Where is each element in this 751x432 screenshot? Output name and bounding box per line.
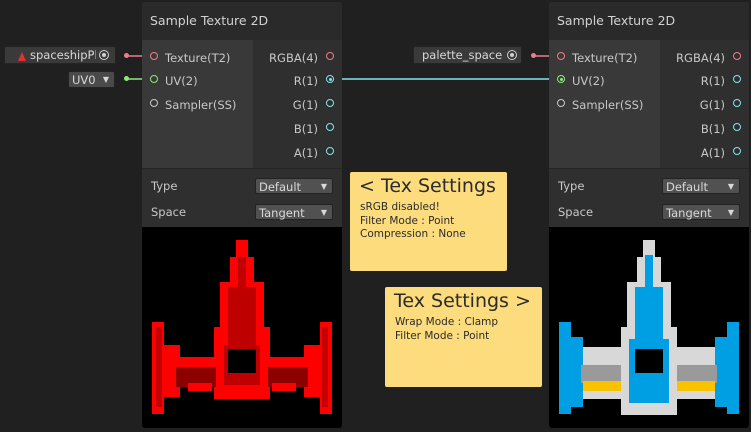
a-output-port[interactable] — [326, 147, 334, 155]
r-output-port[interactable] — [326, 75, 334, 83]
space-label: Space — [558, 205, 594, 219]
node-properties: Type Default ▼ Space Tangent ▼ — [549, 168, 749, 227]
sticky-note-title: Tex Settings > — [394, 290, 531, 312]
output-label: B(1) — [293, 122, 318, 136]
g-output-port[interactable] — [326, 99, 334, 107]
type-dropdown[interactable]: Default ▼ — [662, 178, 740, 194]
texture-preview — [549, 227, 749, 428]
sticky-note-line: Filter Mode : Point — [360, 214, 455, 227]
sticky-note-body: Wrap Mode : Clamp Filter Mode : Point — [395, 316, 498, 343]
rgba-output-port[interactable] — [326, 52, 334, 60]
input-label: Sampler(SS) — [165, 98, 237, 112]
texture-input-port[interactable] — [557, 52, 565, 60]
output-label: B(1) — [700, 122, 725, 136]
input-label: Texture(T2) — [165, 51, 231, 65]
space-label: Space — [151, 205, 187, 219]
output-label: A(1) — [700, 146, 725, 160]
output-label: G(1) — [292, 98, 318, 112]
sticky-note-line: Filter Mode : Point — [395, 329, 490, 342]
rgba-output-port[interactable] — [733, 52, 741, 60]
red-spaceship-preview — [152, 240, 332, 414]
texture-input-field-left[interactable]: spaceshipPl — [4, 46, 116, 64]
a-output-port[interactable] — [733, 147, 741, 155]
type-label: Type — [558, 179, 585, 193]
target-icon[interactable] — [99, 50, 109, 60]
output-label: R(1) — [700, 74, 725, 88]
b-output-port[interactable] — [326, 123, 334, 131]
sticky-note-title: < Tex Settings — [359, 175, 496, 197]
output-label: A(1) — [293, 146, 318, 160]
uv-dropdown-value: UV0 — [72, 73, 96, 87]
ports-area: Texture(T2) UV(2) Sampler(SS) RGBA(4) R(… — [142, 40, 342, 168]
type-dropdown[interactable]: Default ▼ — [255, 178, 333, 194]
chevron-down-icon: ▼ — [320, 182, 327, 191]
uv-input-port[interactable] — [150, 75, 158, 83]
input-label: UV(2) — [165, 74, 198, 88]
texture-input-field-right[interactable]: palette_space — [413, 46, 522, 64]
input-label: UV(2) — [572, 74, 605, 88]
blue-spaceship-preview — [559, 240, 739, 415]
sample-texture-node-right[interactable]: Sample Texture 2D Texture(T2) UV(2) Samp… — [549, 2, 749, 428]
type-label: Type — [151, 179, 178, 193]
chevron-down-icon: ▼ — [102, 75, 109, 84]
input-label: Texture(T2) — [572, 51, 638, 65]
r-output-port[interactable] — [733, 75, 741, 83]
output-label: R(1) — [293, 74, 318, 88]
node-properties: Type Default ▼ Space Tangent ▼ — [142, 168, 342, 227]
sticky-note-tex-settings-left[interactable]: < Tex Settings sRGB disabled! Filter Mod… — [350, 172, 507, 271]
sticky-note-line: Wrap Mode : Clamp — [395, 316, 499, 328]
sticky-note-line: Compression : None — [360, 228, 466, 240]
uv-dropdown-left[interactable]: UV0 ▼ — [68, 71, 115, 88]
ports-area: Texture(T2) UV(2) Sampler(SS) RGBA(4) R(… — [549, 40, 749, 168]
type-value: Default — [666, 180, 709, 194]
type-value: Default — [259, 180, 302, 194]
space-value: Tangent — [259, 206, 305, 220]
texture-preview — [142, 227, 342, 428]
space-dropdown[interactable]: Tangent ▼ — [662, 204, 740, 220]
space-value: Tangent — [666, 206, 712, 220]
texture-field-label: palette_space — [422, 48, 503, 62]
target-icon[interactable] — [507, 50, 517, 60]
texture-icon — [17, 50, 27, 61]
b-output-port[interactable] — [733, 123, 741, 131]
sticky-note-tex-settings-right[interactable]: Tex Settings > Wrap Mode : Clamp Filter … — [385, 287, 542, 387]
texture-input-port[interactable] — [150, 52, 158, 60]
node-title[interactable]: Sample Texture 2D — [549, 2, 749, 40]
node-title[interactable]: Sample Texture 2D — [142, 2, 342, 40]
space-dropdown[interactable]: Tangent ▼ — [255, 204, 333, 220]
output-label: RGBA(4) — [269, 51, 318, 65]
sample-texture-node-left[interactable]: Sample Texture 2D Texture(T2) UV(2) Samp… — [142, 2, 342, 428]
sticky-note-body: sRGB disabled! Filter Mode : Point Compr… — [360, 201, 466, 242]
output-label: RGBA(4) — [676, 51, 725, 65]
uv-input-port[interactable] — [557, 75, 565, 83]
chevron-down-icon: ▼ — [727, 208, 734, 217]
sticky-note-line: sRGB disabled! — [360, 201, 440, 213]
chevron-down-icon: ▼ — [320, 208, 327, 217]
g-output-port[interactable] — [733, 99, 741, 107]
input-label: Sampler(SS) — [572, 98, 644, 112]
output-label: G(1) — [699, 98, 725, 112]
texture-input-connector-right[interactable] — [531, 53, 536, 58]
uv-input-connector-left[interactable] — [124, 76, 129, 81]
texture-field-label: spaceshipPl — [30, 48, 96, 62]
chevron-down-icon: ▼ — [727, 182, 734, 191]
texture-input-connector-left[interactable] — [124, 53, 129, 58]
sampler-input-port[interactable] — [557, 99, 565, 107]
sampler-input-port[interactable] — [150, 99, 158, 107]
